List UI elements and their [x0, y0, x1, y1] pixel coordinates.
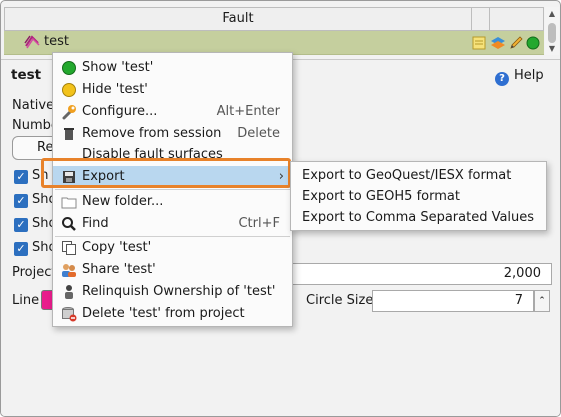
- circle-size-spinner[interactable]: ⌃: [534, 290, 550, 312]
- copy-icon: [62, 241, 76, 255]
- menu-item-shortcut: Delete: [237, 126, 280, 141]
- menu-item-copy[interactable]: Copy 'test': [53, 237, 292, 259]
- menu-item-shortcut: Ctrl+F: [238, 216, 280, 231]
- menu-item-remove[interactable]: Remove from session Delete: [53, 123, 292, 145]
- trash-icon: [64, 128, 74, 140]
- context-menu: Show 'test' Hide 'test' Configure... Alt…: [52, 52, 293, 327]
- menu-item-label: Find: [82, 216, 109, 231]
- green-dot-icon[interactable]: [526, 36, 540, 50]
- menu-item-label: Share 'test': [82, 262, 156, 277]
- scroll-up-icon[interactable]: ▲: [547, 9, 557, 19]
- menu-item-show[interactable]: Show 'test': [53, 57, 292, 79]
- menu-item-shortcut: Alt+Enter: [216, 104, 280, 119]
- menu-item-label: Delete 'test' from project: [82, 306, 245, 321]
- submenu-item-csv[interactable]: Export to Comma Separated Values: [302, 207, 534, 228]
- row-label: test: [44, 34, 69, 49]
- search-icon: [62, 217, 76, 231]
- green-dot-icon: [62, 61, 76, 75]
- show-checkbox-2[interactable]: ✓: [14, 194, 28, 208]
- show-checkbox-3[interactable]: ✓: [14, 218, 28, 232]
- show-checkbox-4[interactable]: ✓: [14, 242, 28, 256]
- share-icon: [62, 264, 76, 277]
- menu-item-label: Copy 'test': [82, 240, 152, 255]
- export-submenu: Export to GeoQuest/IESX format Export to…: [290, 161, 547, 231]
- database-delete-icon: [62, 307, 77, 322]
- menu-item-label: Configure...: [82, 104, 158, 119]
- menu-item-find[interactable]: Find Ctrl+F: [53, 213, 292, 235]
- help-button[interactable]: ? Help: [495, 68, 544, 86]
- layers-icon[interactable]: [490, 35, 506, 51]
- fault-icon: [24, 35, 40, 49]
- wrench-icon: [62, 105, 76, 120]
- table-scrollbar[interactable]: ▲ ▼: [545, 7, 559, 55]
- menu-item-hide[interactable]: Hide 'test': [53, 79, 292, 101]
- submenu-item-geoquest[interactable]: Export to GeoQuest/IESX format: [302, 165, 511, 186]
- export-highlight-callout: [41, 158, 291, 188]
- yellow-dot-icon: [62, 83, 76, 97]
- column-header-fault[interactable]: Fault: [5, 8, 472, 30]
- menu-item-label: Hide 'test': [82, 82, 148, 97]
- show-checkbox-1[interactable]: ✓: [14, 170, 28, 184]
- circle-size-input[interactable]: 7: [372, 290, 534, 312]
- app-window: Fault test ▲ ▼ test ? Help Native Numbe …: [0, 0, 561, 417]
- menu-item-delete-from-project[interactable]: Delete 'test' from project: [53, 303, 292, 325]
- submenu-item-geoh5[interactable]: Export to GEOH5 format: [302, 186, 460, 207]
- menu-item-share[interactable]: Share 'test': [53, 259, 292, 281]
- scroll-down-icon[interactable]: ▼: [547, 44, 557, 54]
- help-label: Help: [514, 68, 544, 83]
- help-icon: ?: [495, 72, 509, 86]
- menu-item-configure[interactable]: Configure... Alt+Enter: [53, 101, 292, 123]
- circle-size-label: Circle Size: [306, 293, 374, 308]
- menu-item-label: Show 'test': [82, 60, 154, 75]
- person-icon: [65, 285, 73, 299]
- menu-item-new-folder[interactable]: New folder...: [53, 191, 292, 213]
- table-header: Fault: [4, 7, 544, 31]
- column-header-extra[interactable]: [471, 8, 490, 30]
- scroll-thumb[interactable]: [548, 23, 556, 43]
- projected-input[interactable]: 2,000: [289, 263, 552, 285]
- projected-label: Project: [12, 265, 57, 280]
- folder-icon: [61, 197, 77, 209]
- menu-separator: [55, 189, 290, 190]
- menu-item-relinquish[interactable]: Relinquish Ownership of 'test': [53, 281, 292, 303]
- pencil-icon[interactable]: [508, 35, 524, 51]
- native-label: Native: [12, 98, 55, 113]
- line-label: Line: [12, 293, 40, 308]
- panel-title: test: [11, 67, 42, 83]
- menu-item-label: Remove from session: [82, 126, 222, 141]
- row-tools: [470, 34, 542, 52]
- menu-item-label: New folder...: [82, 194, 164, 209]
- note-icon[interactable]: [472, 36, 486, 50]
- rec-button-label: Re: [37, 140, 54, 155]
- menu-item-label: Relinquish Ownership of 'test': [82, 284, 276, 299]
